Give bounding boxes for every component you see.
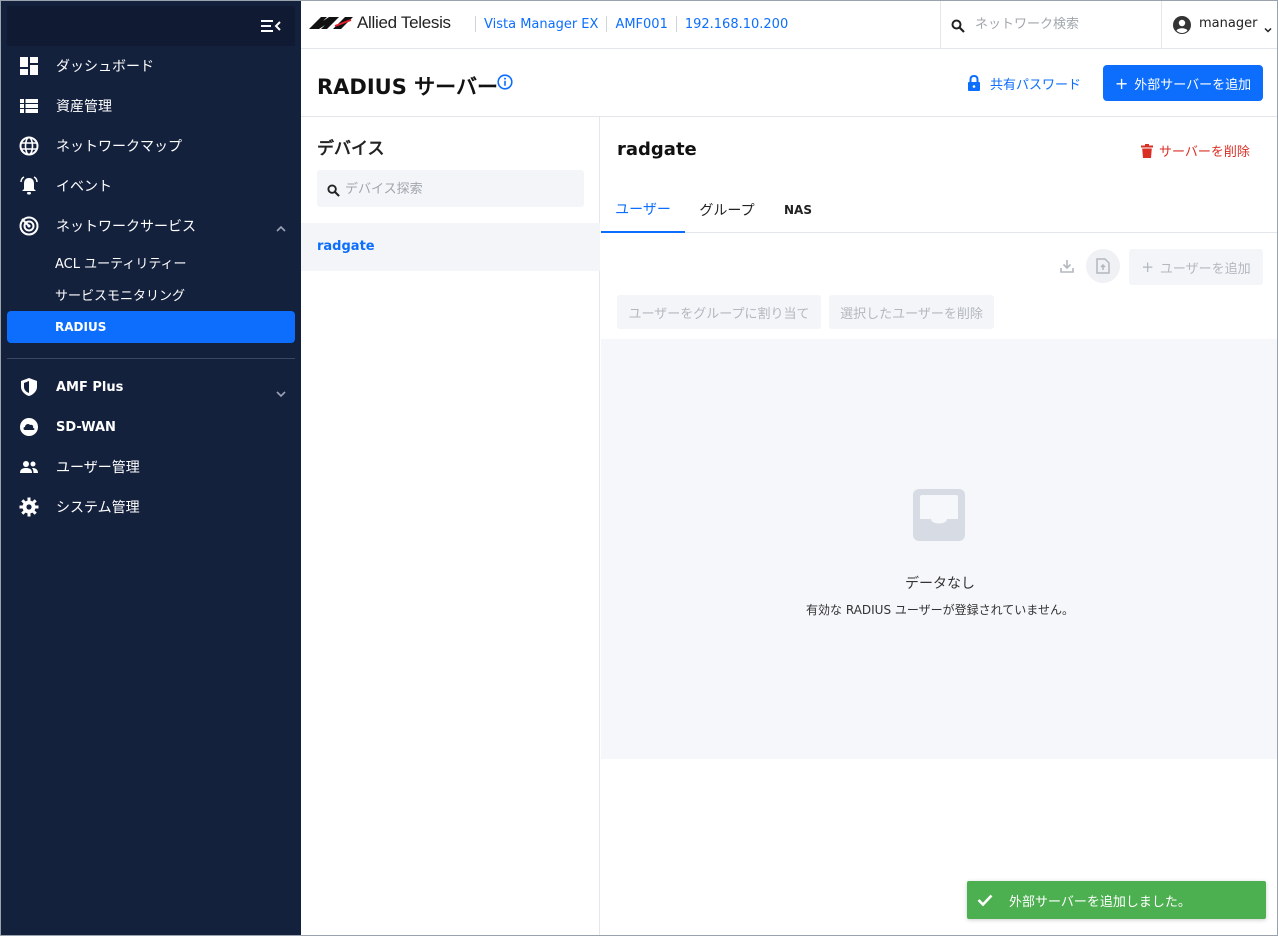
network-search-input[interactable] [975, 14, 1155, 34]
empty-state-subtitle: 有効な RADIUS ユーザーが登録されていません。 [806, 603, 1074, 617]
shield-icon [19, 377, 39, 397]
sidebar-subitem-acl-utility[interactable]: ACL ユーティリティー [7, 246, 295, 278]
people-icon [19, 457, 39, 477]
lock-icon [968, 75, 980, 91]
sidebar-item-label: SD-WAN [56, 419, 116, 435]
sidebar-item-label: AMF Plus [56, 379, 124, 395]
sidebar-subitem-label: RADIUS [55, 320, 107, 334]
sidebar-item-events[interactable]: イベント [1, 166, 301, 206]
breadcrumb-ip[interactable]: 192.168.10.200 [685, 17, 788, 32]
add-external-server-button[interactable]: + 外部サーバーを追加 [1103, 65, 1263, 101]
sidebar-item-network-map[interactable]: ネットワークマップ [1, 126, 301, 166]
brand-logo[interactable]: Allied Telesis [309, 11, 451, 35]
sidebar-subitem-label: サービスモニタリング [55, 288, 186, 304]
tab-bar: ユーザー グループ NAS [601, 187, 1277, 233]
sidebar-item-dashboard[interactable]: ダッシュボード [1, 46, 301, 86]
bell-icon [19, 176, 39, 196]
sidebar-item-network-services[interactable]: ネットワークサービス [1, 206, 301, 246]
sidebar-item-amf-plus[interactable]: AMF Plus [1, 367, 301, 407]
inbox-icon [911, 487, 967, 543]
download-icon[interactable] [1050, 249, 1084, 283]
sidebar-item-label: ネットワークサービス [56, 219, 196, 235]
device-panel: デバイス radgate [301, 117, 600, 935]
breadcrumb-separator [675, 16, 677, 32]
globe-icon [19, 136, 39, 156]
breadcrumb-amf[interactable]: AMF001 [615, 17, 667, 32]
tab-users[interactable]: ユーザー [601, 187, 685, 233]
shared-password-label: 共有パスワード [990, 77, 1082, 93]
tab-groups[interactable]: グループ [689, 187, 765, 233]
server-detail: radgate サーバーを削除 ユーザー グループ NAS + ユーザーを追加 … [601, 117, 1277, 935]
allied-telesis-logo-icon [309, 17, 353, 29]
search-icon [951, 18, 965, 33]
cloud-icon [19, 417, 39, 437]
device-panel-title: デバイス [317, 139, 385, 159]
gear-icon [19, 497, 39, 517]
breadcrumb-vista-manager[interactable]: Vista Manager EX [484, 17, 598, 32]
sidebar-divider [7, 358, 295, 359]
sidebar-item-label: ダッシュボード [56, 59, 154, 75]
breadcrumb: Vista Manager EX AMF001 192.168.10.200 [467, 16, 788, 32]
search-icon [327, 182, 340, 197]
sidebar-item-assets[interactable]: 資産管理 [1, 86, 301, 126]
breadcrumb-separator [475, 16, 476, 32]
chevron-up-icon[interactable] [275, 220, 287, 232]
sidebar-item-label: 資産管理 [56, 99, 112, 115]
success-toast[interactable]: 外部サーバーを追加しました。 [967, 881, 1266, 919]
plus-icon: + [1141, 258, 1154, 276]
sidebar-item-label: システム管理 [56, 500, 140, 516]
delete-server-button[interactable]: サーバーを削除 [1141, 141, 1250, 160]
plus-icon: + [1114, 73, 1129, 93]
app-window: ダッシュボード 資産管理 ネットワークマップ イベント ネットワークサービス A… [0, 0, 1278, 936]
delete-selected-users-button[interactable]: 選択したユーザーを削除 [829, 295, 994, 329]
delete-server-label: サーバーを削除 [1159, 145, 1250, 160]
network-search [940, 1, 1161, 48]
radar-icon [19, 216, 39, 236]
empty-state: データなし 有効な RADIUS ユーザーが登録されていません。 [601, 339, 1277, 759]
server-title: radgate [617, 139, 697, 160]
page-header: RADIUS サーバー 共有パスワード + 外部サーバーを追加 [301, 49, 1277, 117]
dashboard-icon [19, 56, 39, 76]
shared-password-button[interactable]: 共有パスワード [967, 73, 1081, 93]
brand-name: Allied Telesis [357, 13, 451, 32]
sidebar-top-bar [7, 6, 295, 46]
toast-message: 外部サーバーを追加しました。 [1009, 894, 1191, 910]
tab-nas[interactable]: NAS [771, 187, 825, 233]
device-search [317, 170, 584, 207]
sidebar-item-system-management[interactable]: システム管理 [1, 487, 301, 527]
user-avatar-icon [1172, 15, 1192, 35]
assign-to-group-button[interactable]: ユーザーをグループに割り当て [617, 295, 821, 329]
page-title: RADIUS サーバー [317, 75, 498, 99]
sidebar-item-label: ユーザー管理 [56, 460, 140, 476]
sidebar-subitem-label: ACL ユーティリティー [55, 256, 187, 272]
sidebar-item-sd-wan[interactable]: SD-WAN [1, 407, 301, 447]
breadcrumb-separator [606, 16, 608, 32]
chevron-down-icon[interactable] [275, 385, 287, 398]
sidebar: ダッシュボード 資産管理 ネットワークマップ イベント ネットワークサービス A… [1, 1, 301, 935]
sidebar-item-label: ネットワークマップ [56, 139, 182, 155]
empty-state-title: データなし [905, 576, 975, 592]
sidebar-item-label: イベント [56, 179, 112, 195]
add-user-label: ユーザーを追加 [1159, 261, 1251, 277]
sidebar-item-user-management[interactable]: ユーザー管理 [1, 447, 301, 487]
upload-file-icon[interactable] [1086, 249, 1120, 283]
list-icon [19, 96, 39, 116]
check-icon [977, 894, 993, 907]
chevron-down-icon [1263, 20, 1273, 33]
sidebar-subitem-service-monitoring[interactable]: サービスモニタリング [7, 278, 295, 310]
info-icon[interactable] [497, 74, 513, 90]
add-external-server-label: 外部サーバーを追加 [1134, 77, 1252, 93]
device-search-input[interactable] [345, 179, 575, 199]
user-menu[interactable]: manager [1161, 1, 1277, 48]
trash-icon [1141, 143, 1153, 158]
sidebar-subitem-radius[interactable]: RADIUS [7, 311, 295, 343]
top-header: Allied Telesis Vista Manager EX AMF001 1… [301, 1, 1277, 49]
device-list-item[interactable]: radgate [301, 223, 600, 271]
user-name: manager [1199, 16, 1258, 31]
add-user-button[interactable]: + ユーザーを追加 [1129, 249, 1263, 285]
collapse-menu-icon[interactable] [261, 18, 281, 34]
device-name: radgate [317, 239, 375, 254]
